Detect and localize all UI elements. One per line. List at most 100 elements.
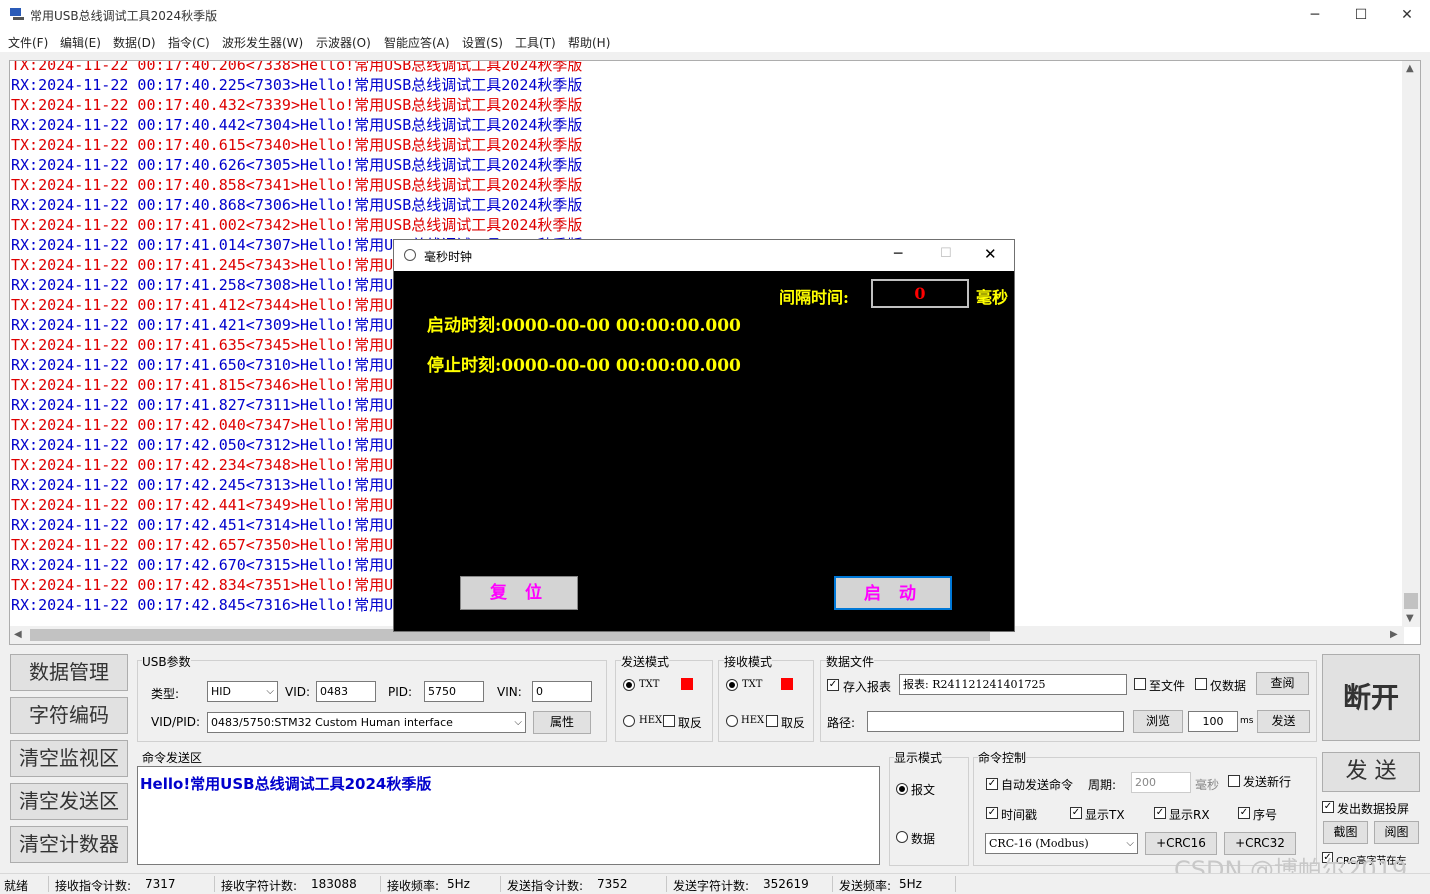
status-bar: 就绪 接收指令计数: 7317 接收字符计数: 183088 接收频率: 5Hz…: [0, 873, 1430, 893]
cmd-send-text: Hello!常用USB总线调试工具2024秋季版: [140, 775, 432, 793]
recv-invert-checkbox[interactable]: [766, 715, 778, 727]
cmd-control-label: 命令控制: [978, 749, 1027, 766]
clock-icon: [404, 249, 416, 261]
log-line: RX:2024-11-22 00:17:40.626<7305>Hello!常用…: [11, 156, 583, 174]
minimize-button[interactable]: ─: [1292, 0, 1338, 30]
clear-monitor-button[interactable]: 清空监视区: [10, 740, 128, 777]
recv-txt-radio[interactable]: [726, 679, 738, 691]
period-label: 周期:: [1088, 778, 1117, 792]
display-data-radio[interactable]: [896, 831, 908, 843]
send-invert-checkbox[interactable]: [663, 715, 675, 727]
vin-input[interactable]: 0: [532, 681, 592, 702]
log-line: TX:2024-11-22 00:17:40.432<7339>Hello!常用…: [11, 96, 583, 114]
tx-cmd-count-label: 发送指令计数:: [507, 879, 584, 893]
status-divider: [666, 876, 667, 892]
title-bar: 常用USB总线调试工具2024秋季版 ─ ☐ ✕: [0, 0, 1430, 30]
type-select[interactable]: HID ⌵: [207, 681, 278, 702]
send-screen-label: 发出数据投屏: [1337, 802, 1410, 816]
crc-mode-select[interactable]: CRC-16 (Modbus) ⌵: [985, 833, 1138, 854]
status-divider: [955, 876, 956, 892]
auto-send-checkbox[interactable]: ✓: [986, 778, 998, 790]
scroll-left-icon[interactable]: ◀: [14, 629, 22, 640]
browse-button[interactable]: 浏览: [1133, 710, 1183, 733]
char-encoding-button[interactable]: 字符编码: [10, 697, 128, 734]
data-only-label: 仅数据: [1210, 679, 1247, 693]
period-input[interactable]: 200: [1131, 772, 1191, 793]
start-button[interactable]: 启 动: [834, 576, 952, 610]
interval-ms-input[interactable]: 100: [1188, 711, 1238, 732]
vidpid-select[interactable]: 0483/5750:STM32 Custom Human interface ⌵: [207, 712, 526, 733]
report-name-input[interactable]: 报表: R241121241401725: [899, 674, 1127, 695]
display-mode-label: 显示模式: [894, 749, 943, 766]
send-hex-label: HEX: [639, 715, 663, 726]
vertical-scrollbar[interactable]: ▲ ▼: [1402, 61, 1420, 627]
menu-waveform[interactable]: 波形发生器(W): [222, 34, 303, 51]
recv-hex-radio[interactable]: [726, 715, 738, 727]
newline-checkbox[interactable]: [1228, 775, 1240, 787]
menu-file[interactable]: 文件(F): [8, 34, 48, 51]
send-main-button[interactable]: 发 送: [1322, 752, 1420, 792]
menu-edit[interactable]: 编辑(E): [60, 34, 101, 51]
send-txt-label: TXT: [639, 679, 660, 690]
clear-send-button[interactable]: 清空发送区: [10, 783, 128, 820]
dialog-close-icon[interactable]: ✕: [984, 245, 997, 263]
vid-label: VID:: [285, 685, 311, 699]
type-label: 类型:: [151, 687, 180, 701]
menu-command[interactable]: 指令(C): [168, 34, 210, 51]
menu-smart-reply[interactable]: 智能应答(A): [384, 34, 450, 51]
seq-checkbox[interactable]: ✓: [1238, 807, 1250, 819]
review-button[interactable]: 阅图: [1374, 821, 1419, 844]
crc-mode-value: CRC-16 (Modbus): [989, 837, 1089, 850]
vertical-scroll-thumb[interactable]: [1404, 593, 1418, 609]
clear-counter-button[interactable]: 清空计数器: [10, 826, 128, 863]
data-only-checkbox[interactable]: [1195, 678, 1207, 690]
auto-send-label: 自动发送命令: [1001, 778, 1074, 792]
properties-button[interactable]: 属性: [533, 711, 591, 734]
start-time-label: 启动时刻:0000-00-00 00:00:00.000: [427, 316, 741, 336]
menu-oscilloscope[interactable]: 示波器(O): [316, 34, 371, 51]
to-file-checkbox[interactable]: [1134, 678, 1146, 690]
maximize-button[interactable]: ☐: [1338, 0, 1384, 30]
dialog-minimize-icon[interactable]: ─: [894, 246, 902, 262]
scroll-down-icon[interactable]: ▼: [1406, 613, 1414, 624]
send-txt-radio[interactable]: [623, 679, 635, 691]
chevron-down-icon: ⌵: [1126, 838, 1134, 849]
disconnect-button[interactable]: 断开: [1322, 654, 1420, 741]
show-rx-checkbox[interactable]: ✓: [1154, 807, 1166, 819]
vid-input[interactable]: 0483: [316, 681, 376, 702]
menu-tools[interactable]: 工具(T): [515, 34, 556, 51]
status-divider: [832, 876, 833, 892]
window-title: 常用USB总线调试工具2024秋季版: [30, 9, 218, 23]
tx-freq-value: 5Hz: [899, 877, 922, 891]
tx-char-count-label: 发送字符计数:: [673, 879, 750, 893]
recv-txt-label: TXT: [742, 679, 763, 690]
recv-invert-label: 取反: [781, 716, 806, 730]
recv-hex-label: HEX: [741, 715, 765, 726]
cmd-send-textarea[interactable]: Hello!常用USB总线调试工具2024秋季版: [137, 766, 880, 865]
menu-help[interactable]: 帮助(H): [568, 34, 610, 51]
reset-button[interactable]: 复 位: [460, 576, 578, 610]
display-report-radio[interactable]: [896, 783, 908, 795]
show-tx-checkbox[interactable]: ✓: [1070, 807, 1082, 819]
cmd-send-label: 命令发送区: [142, 749, 203, 766]
timestamp-checkbox[interactable]: ✓: [986, 807, 998, 819]
send-screen-checkbox[interactable]: ✓: [1322, 801, 1334, 813]
menu-data[interactable]: 数据(D): [113, 34, 156, 51]
chevron-down-icon: ⌵: [514, 717, 522, 728]
stop-time-label: 停止时刻:0000-00-00 00:00:00.000: [427, 356, 741, 376]
view-button[interactable]: 查阅: [1256, 672, 1309, 695]
pid-input[interactable]: 5750: [424, 681, 484, 702]
rx-freq-value: 5Hz: [447, 877, 470, 891]
data-manage-button[interactable]: 数据管理: [10, 654, 128, 691]
seq-label: 序号: [1253, 808, 1278, 822]
scroll-up-icon[interactable]: ▲: [1406, 63, 1414, 74]
close-button[interactable]: ✕: [1384, 0, 1430, 30]
scroll-right-icon[interactable]: ▶: [1390, 629, 1398, 640]
send-hex-radio[interactable]: [623, 715, 635, 727]
file-send-button[interactable]: 发送: [1257, 710, 1310, 733]
capture-button[interactable]: 截图: [1323, 821, 1368, 844]
menu-settings[interactable]: 设置(S): [462, 34, 503, 51]
path-input[interactable]: [867, 711, 1124, 732]
status-divider: [380, 876, 381, 892]
save-report-checkbox[interactable]: ✓: [827, 679, 839, 691]
